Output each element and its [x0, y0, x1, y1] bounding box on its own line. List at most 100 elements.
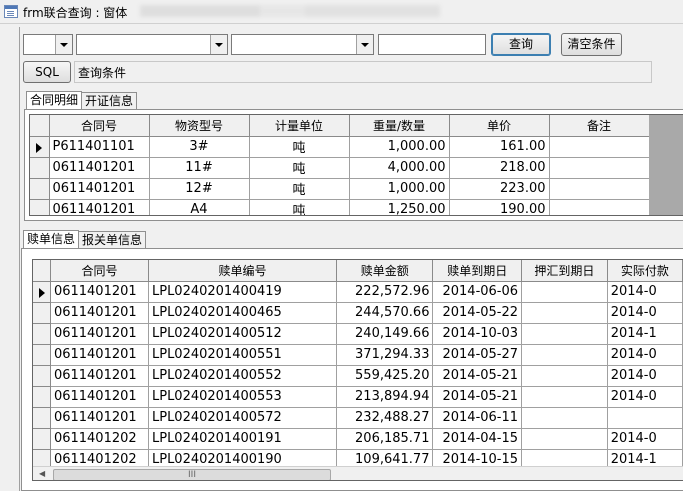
tab-customs-info[interactable]: 报关单信息	[78, 231, 147, 249]
cell-quantity[interactable]: 1,250.00	[349, 199, 450, 215]
table-row[interactable]: 0611401201 LPL0240201400553 213,894.94 2…	[33, 386, 683, 408]
cell-financing-due-date[interactable]	[521, 281, 608, 303]
cell-unit[interactable]: 吨	[249, 157, 350, 179]
table-row[interactable]: 0611401201 LPL0240201400419 222,572.96 2…	[33, 281, 683, 303]
row-selector[interactable]	[33, 428, 51, 450]
cell-actual-payment[interactable]: 2014-0	[607, 428, 683, 450]
cell-actual-payment[interactable]	[607, 407, 683, 429]
row-selector[interactable]	[33, 386, 51, 408]
cell-redeem-due-date[interactable]: 2014-06-06	[432, 281, 523, 303]
cell-unit-price[interactable]: 218.00	[449, 157, 550, 179]
cell-unit[interactable]: 吨	[249, 199, 350, 215]
cell-redeem-due-date[interactable]: 2014-05-22	[432, 302, 523, 324]
row-selector[interactable]	[30, 136, 50, 158]
col-header-financing-due-date[interactable]: 押汇到期日	[521, 260, 608, 282]
row-selector[interactable]	[33, 407, 51, 429]
filter-text-input[interactable]	[378, 34, 486, 55]
col-header-unit[interactable]: 计量单位	[249, 115, 350, 137]
cell-redeem-due-date[interactable]: 2014-04-15	[432, 428, 523, 450]
cell-remarks[interactable]	[549, 178, 650, 200]
table-row[interactable]: P611401101 3# 吨 1,000.00 161.00	[30, 136, 650, 158]
cell-redeem-due-date[interactable]: 2014-06-11	[432, 407, 523, 429]
cell-unit-price[interactable]: 190.00	[449, 199, 550, 215]
cell-material-model[interactable]: 12#	[149, 178, 250, 200]
cell-redeem-due-date[interactable]: 2014-05-21	[432, 386, 523, 408]
cell-financing-due-date[interactable]	[521, 386, 608, 408]
row-selector[interactable]	[33, 302, 51, 324]
chevron-down-icon[interactable]	[55, 35, 72, 54]
col-header-redeem-amount[interactable]: 赎单金额	[336, 260, 434, 282]
chevron-down-icon[interactable]	[210, 35, 227, 54]
hscroll-thumb[interactable]: III	[53, 469, 331, 480]
table-row[interactable]: 0611401201 11# 吨 4,000.00 218.00	[30, 157, 650, 179]
cell-contract-no[interactable]: 0611401201	[50, 281, 149, 303]
table-row[interactable]: 0611401201 LPL0240201400512 240,149.66 2…	[33, 323, 683, 345]
chevron-down-icon[interactable]	[356, 35, 373, 54]
tab-contract-detail[interactable]: 合同明细	[26, 91, 83, 111]
table-row[interactable]: 0611401201 A4 吨 1,250.00 190.00	[30, 199, 650, 215]
cell-material-model[interactable]: 3#	[149, 136, 250, 158]
cell-actual-payment[interactable]: 2014-0	[607, 386, 683, 408]
filter-combo-1[interactable]	[23, 34, 73, 55]
tab-lc-info[interactable]: 开证信息	[81, 92, 138, 110]
cell-redeem-due-date[interactable]: 2014-05-27	[432, 344, 523, 366]
cell-redeem-amount[interactable]: 240,149.66	[336, 323, 434, 345]
clear-conditions-button[interactable]: 清空条件	[561, 33, 622, 56]
cell-material-model[interactable]: A4	[149, 199, 250, 215]
cell-redeem-amount[interactable]: 206,185.71	[336, 428, 434, 450]
cell-redeem-amount[interactable]: 232,488.27	[336, 407, 434, 429]
table-row[interactable]: 0611401201 12# 吨 1,000.00 223.00	[30, 178, 650, 200]
col-header-redeem-due-date[interactable]: 赎单到期日	[432, 260, 523, 282]
row-selector[interactable]	[33, 323, 51, 345]
tab-redeem-info[interactable]: 赎单信息	[23, 230, 80, 250]
cell-financing-due-date[interactable]	[521, 344, 608, 366]
col-header-quantity[interactable]: 重量/数量	[349, 115, 450, 137]
cell-contract-no[interactable]: 0611401201	[49, 157, 150, 179]
row-selector[interactable]	[33, 365, 51, 387]
cell-redeem-amount[interactable]: 213,894.94	[336, 386, 434, 408]
cell-material-model[interactable]: 11#	[149, 157, 250, 179]
cell-unit[interactable]: 吨	[249, 178, 350, 200]
cell-contract-no[interactable]: P611401101	[49, 136, 150, 158]
cell-redeem-no[interactable]: LPL0240201400572	[148, 407, 338, 429]
cell-redeem-amount[interactable]: 244,570.66	[336, 302, 434, 324]
cell-financing-due-date[interactable]	[521, 302, 608, 324]
query-button[interactable]: 查询	[491, 33, 551, 56]
cell-contract-no[interactable]: 0611401201	[50, 302, 149, 324]
row-selector[interactable]	[30, 178, 50, 200]
cell-redeem-amount[interactable]: 371,294.33	[336, 344, 434, 366]
cell-redeem-no[interactable]: LPL0240201400465	[148, 302, 338, 324]
col-header-contract-no[interactable]: 合同号	[49, 115, 150, 137]
cell-remarks[interactable]	[549, 157, 650, 179]
cell-remarks[interactable]	[549, 199, 650, 215]
col-header-contract-no[interactable]: 合同号	[50, 260, 149, 282]
cell-redeem-no[interactable]: LPL0240201400512	[148, 323, 338, 345]
row-selector[interactable]	[30, 199, 50, 215]
cell-contract-no[interactable]: 0611401201	[50, 365, 149, 387]
scroll-left-arrow-icon[interactable]: ◀	[39, 469, 45, 478]
filter-combo-3[interactable]	[231, 34, 374, 55]
filter-combo-2[interactable]	[76, 34, 228, 55]
cell-financing-due-date[interactable]	[521, 428, 608, 450]
cell-redeem-no[interactable]: LPL0240201400419	[148, 281, 338, 303]
cell-financing-due-date[interactable]	[521, 365, 608, 387]
cell-redeem-no[interactable]: LPL0240201400553	[148, 386, 338, 408]
cell-redeem-due-date[interactable]: 2014-05-21	[432, 365, 523, 387]
redeem-grid-hscrollbar[interactable]: ◀ III	[33, 466, 683, 480]
row-selector[interactable]	[33, 344, 51, 366]
cell-actual-payment[interactable]: 2014-0	[607, 365, 683, 387]
row-selector[interactable]	[30, 157, 50, 179]
sql-button[interactable]: SQL	[23, 61, 71, 83]
cell-contract-no[interactable]: 0611401201	[50, 344, 149, 366]
table-row[interactable]: 0611401201 LPL0240201400572 232,488.27 2…	[33, 407, 683, 429]
cell-unit-price[interactable]: 223.00	[449, 178, 550, 200]
col-header-redeem-no[interactable]: 赎单编号	[148, 260, 338, 282]
cell-contract-no[interactable]: 0611401201	[50, 323, 149, 345]
cell-redeem-amount[interactable]: 559,425.20	[336, 365, 434, 387]
table-row[interactable]: 0611401201 LPL0240201400552 559,425.20 2…	[33, 365, 683, 387]
row-selector[interactable]	[33, 281, 51, 303]
col-header-material-model[interactable]: 物资型号	[149, 115, 250, 137]
cell-contract-no[interactable]: 0611401201	[50, 407, 149, 429]
cell-redeem-no[interactable]: LPL0240201400551	[148, 344, 338, 366]
col-header-remarks[interactable]: 备注	[549, 115, 650, 137]
